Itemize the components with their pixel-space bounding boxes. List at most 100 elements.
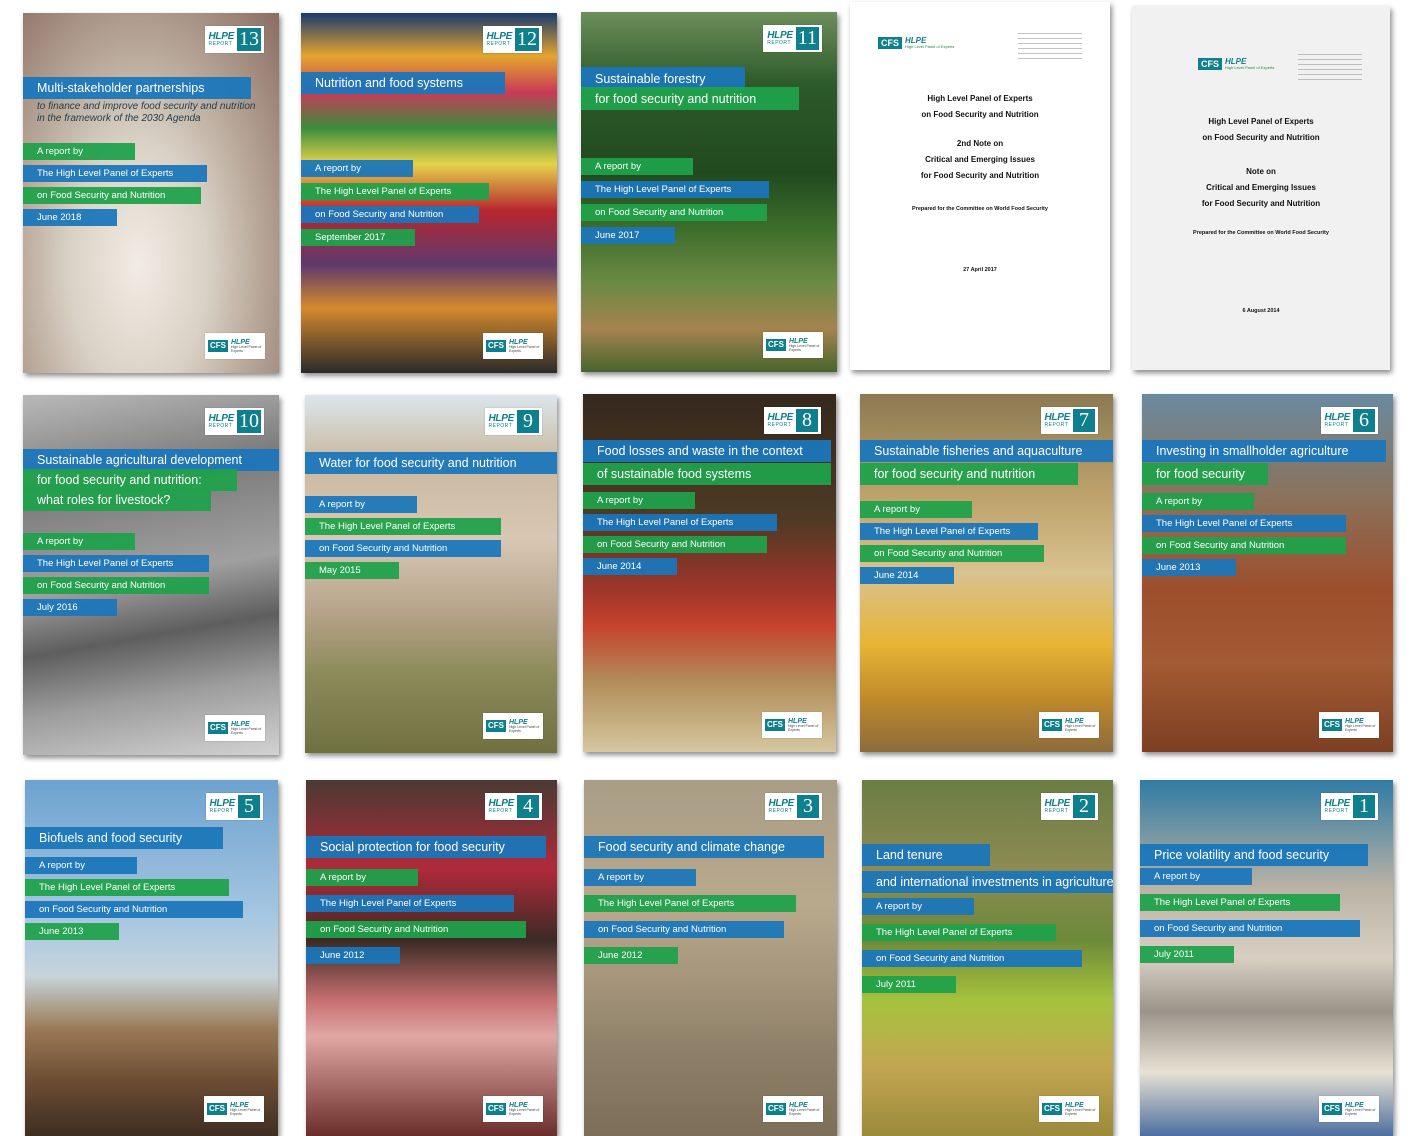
badge-report: REPORT [1044, 808, 1069, 814]
cfs-hlpe-logo: CFS HLPE High Level Panel of Experts [1319, 712, 1379, 738]
report-date: June 2013 [1142, 559, 1236, 576]
report-cover-11[interactable]: HLPE REPORT 11 Sustainable forestry for food… [581, 12, 837, 372]
cfs-hlpe-logo: CFS HLPE High Level Panel of Experts [763, 332, 823, 358]
note-date: 27 April 2017 [963, 267, 997, 273]
report-by-label: A report by [583, 492, 695, 509]
cover-title-line: Food security and climate change [584, 836, 824, 858]
cfs-mark: CFS [766, 339, 786, 351]
hlpe-mark-sub: High Level Panel of Experts [1225, 65, 1275, 70]
badge-report: REPORT [208, 423, 233, 429]
panel-name-line-2: on Food Security and Nutrition [25, 901, 243, 918]
hlpe-report-badge: HLPE REPORT 8 [763, 407, 821, 434]
report-number: 11 [795, 27, 819, 50]
hlpe-mark: HLPE High Level Panel of Experts [1345, 1102, 1376, 1116]
note-heading-line: on Food Security and Nutrition [921, 110, 1039, 119]
report-cover-10[interactable]: HLPE REPORT 10 Sustainable agricultural dev… [23, 395, 279, 755]
badge-report: REPORT [486, 41, 511, 47]
report-cover-13[interactable]: HLPE REPORT 13 Multi-stakeholder partnershi… [23, 13, 279, 373]
hlpe-mark: HLPE High Level Panel of Experts [789, 1102, 820, 1116]
badge-report: REPORT [1044, 422, 1069, 428]
badge-hlpe-text: HLPE REPORT [769, 799, 795, 814]
prepared-for: Prepared for the Committee on World Food… [1193, 230, 1329, 236]
report-cover-1[interactable]: HLPE REPORT 1 Price volatility and food sec… [1140, 780, 1393, 1136]
hlpe-mark-sub: High Level Panel of Experts [789, 344, 820, 352]
report-cover-12[interactable]: HLPE REPORT 12 Nutrition and food systems A … [301, 13, 557, 373]
cover-title-line: Biofuels and food security [25, 827, 223, 849]
panel-name-line-2: on Food Security and Nutrition [23, 187, 201, 204]
hlpe-mark: HLPE High Level Panel of Experts [789, 338, 820, 352]
report-cover-5[interactable]: HLPE REPORT 5 Biofuels and food security A r… [25, 780, 278, 1136]
report-number: 9 [517, 410, 539, 433]
hlpe-mark: HLPE High Level Panel of Experts [1225, 58, 1274, 70]
report-number: 8 [796, 409, 818, 432]
cfs-mark: CFS [486, 720, 506, 732]
report-number: 5 [238, 795, 260, 818]
panel-name-line-2: on Food Security and Nutrition [583, 536, 767, 553]
hlpe-mark-sub: High Level Panel of Experts [788, 724, 819, 732]
panel-name-line-1: The High Level Panel of Experts [306, 895, 514, 912]
cfs-note-document-2[interactable]: CFS HLPE High Level Panel of Experts High L… [1132, 6, 1390, 370]
cfs-mark: CFS [486, 340, 506, 352]
panel-name-line-2: on Food Security and Nutrition [1140, 920, 1360, 937]
panel-name-line-2: on Food Security and Nutrition [306, 921, 526, 938]
cover-title-line: Sustainable agricultural development [23, 449, 279, 471]
cfs-mark: CFS [486, 1103, 506, 1115]
panel-name-line-1: The High Level Panel of Experts [301, 183, 489, 200]
cfs-hlpe-logo: CFS HLPE High Level Panel of Experts [483, 1096, 543, 1122]
badge-hlpe-text: HLPE REPORT [1044, 413, 1071, 428]
cfs-mark: CFS [1322, 719, 1342, 731]
report-number: 12 [515, 28, 539, 51]
cfs-mark: CFS [1042, 719, 1062, 731]
report-date: June 2012 [306, 947, 400, 964]
hlpe-mark: HLPE High Level Panel of Experts [509, 339, 540, 353]
report-cover-7[interactable]: HLPE REPORT 7 Sustainable fisheries and aqu… [860, 394, 1113, 752]
panel-name-line-2: on Food Security and Nutrition [23, 577, 209, 594]
report-cover-9[interactable]: HLPE REPORT 9 Water for food security and n… [305, 395, 557, 753]
hlpe-report-badge: HLPE REPORT 11 [763, 25, 822, 52]
hlpe-mark-sub: High Level Panel of Experts [1345, 1108, 1376, 1116]
hlpe-report-badge: HLPE REPORT 7 [1040, 407, 1098, 434]
badge-hlpe-text: HLPE REPORT [1325, 413, 1351, 428]
hlpe-report-badge: HLPE REPORT 10 [204, 408, 264, 435]
report-cover-4[interactable]: HLPE REPORT 4 Social protection for food se… [306, 780, 557, 1136]
panel-name-line-1: The High Level Panel of Experts [862, 924, 1056, 941]
report-date: May 2015 [305, 562, 399, 579]
panel-name-line-2: on Food Security and Nutrition [584, 921, 784, 938]
panel-name-line-1: The High Level Panel of Experts [305, 518, 501, 535]
address-block [1018, 33, 1082, 61]
report-cover-6[interactable]: HLPE REPORT 6 Investing in smallholder agri… [1142, 394, 1393, 752]
report-by-label: A report by [1142, 493, 1254, 510]
hlpe-mark: HLPE High Level Panel of Experts [905, 37, 954, 49]
cfs-hlpe-logo: CFS HLPE High Level Panel of Experts [483, 713, 543, 739]
hlpe-mark-sub: High Level Panel of Experts [1065, 1108, 1096, 1116]
panel-name-line-1: The High Level Panel of Experts [860, 523, 1038, 540]
hlpe-report-badge: HLPE REPORT 1 [1320, 793, 1378, 820]
panel-name-line-1: The High Level Panel of Experts [25, 879, 229, 896]
report-by-label: A report by [305, 496, 417, 513]
report-cover-3[interactable]: HLPE REPORT 3 Food security and climate cha… [584, 780, 837, 1136]
cfs-mark: CFS [1198, 58, 1222, 70]
badge-hlpe-text: HLPE REPORT [489, 414, 515, 429]
report-by-label: A report by [1140, 868, 1252, 885]
cfs-hlpe-logo: CFS HLPE High Level Panel of Experts [483, 333, 543, 359]
cover-title-line: Sustainable fisheries and aquaculture [860, 440, 1113, 462]
cfs-hlpe-logo: CFS HLPE High Level Panel of Experts [1039, 712, 1099, 738]
report-cover-2[interactable]: HLPE REPORT 2 Land tenure and international … [862, 780, 1113, 1136]
panel-name-line-1: The High Level Panel of Experts [23, 165, 207, 182]
cover-title-line: for food security and nutrition [581, 87, 799, 110]
hlpe-report-badge: HLPE REPORT 3 [764, 793, 822, 820]
note-title-line: Critical and Emerging Issues [925, 155, 1035, 164]
cover-title-line: for food security and nutrition [860, 463, 1078, 485]
report-cover-8[interactable]: HLPE REPORT 8 Food losses and waste in the … [583, 394, 836, 752]
hlpe-report-badge: HLPE REPORT 6 [1320, 407, 1378, 434]
report-date: June 2012 [584, 947, 678, 964]
cfs-note-document-1[interactable]: CFS HLPE High Level Panel of Experts High L… [850, 2, 1110, 370]
cover-title-line: Land tenure [862, 844, 990, 866]
badge-report: REPORT [208, 41, 233, 47]
badge-hlpe-text: HLPE REPORT [208, 32, 235, 47]
badge-hlpe-text: HLPE REPORT [210, 799, 236, 814]
badge-hlpe-text: HLPE REPORT [486, 32, 513, 47]
report-date: June 2014 [583, 558, 677, 575]
hlpe-mark-sub: High Level Panel of Experts [231, 727, 262, 735]
panel-name-line-2: on Food Security and Nutrition [862, 950, 1082, 967]
